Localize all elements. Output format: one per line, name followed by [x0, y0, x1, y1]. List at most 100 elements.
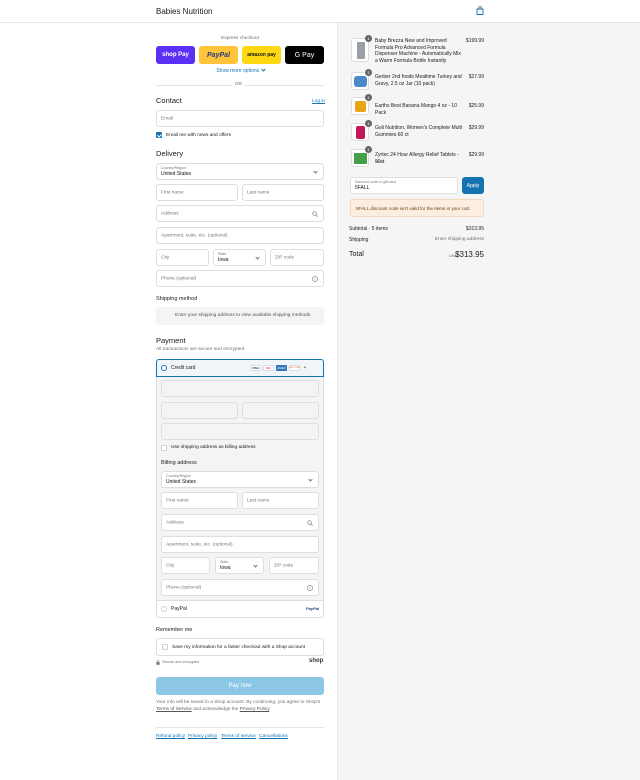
product-price: $29.99 — [468, 125, 484, 131]
show-more-options[interactable]: Show more options — [156, 66, 324, 74]
or-separator: OR — [232, 81, 245, 86]
amex-label: AMEX — [277, 366, 286, 370]
help-icon[interactable]: ? — [312, 276, 318, 282]
first-name-placeholder: First name — [161, 190, 184, 195]
billing-last-name-field[interactable]: Last name — [242, 492, 319, 509]
city-field[interactable]: City — [156, 249, 209, 266]
last-name-field[interactable]: Last name — [242, 184, 324, 201]
address-field[interactable]: Address — [156, 205, 324, 222]
billing-zip-field[interactable]: ZIP code — [269, 557, 319, 574]
billing-state-label: State — [220, 560, 229, 564]
product-price: $27.99 — [468, 74, 484, 80]
billing-city-field[interactable]: City — [161, 557, 210, 574]
terms-of-service-link[interactable]: Terms of service — [221, 734, 256, 739]
amazon-pay-button[interactable]: amazon pay — [242, 46, 281, 64]
billing-state-value: Iowa — [220, 565, 231, 571]
paypal-option[interactable]: PayPal PayPal — [156, 601, 324, 618]
save-info-option[interactable]: Save my information for a faster checkou… — [156, 638, 324, 656]
billing-apartment-field[interactable]: Apartment, suite, etc. (optional) — [161, 536, 319, 553]
email-field[interactable]: Email — [156, 110, 324, 127]
apartment-field[interactable]: Apartment, suite, etc. (optional) — [156, 227, 324, 244]
product-variant: 90 ct — [375, 159, 384, 164]
total-value: $313.95 — [455, 250, 484, 259]
country-select[interactable]: Country/Region United States — [156, 163, 324, 180]
address-placeholder: Address — [161, 211, 179, 216]
use-shipping-checkbox[interactable] — [161, 445, 167, 451]
shop-pay-button[interactable]: shop Pay — [156, 46, 195, 64]
discount-code-label: Discount code or gift card — [355, 180, 396, 184]
zip-field[interactable]: ZIP code — [270, 249, 324, 266]
billing-phone-field[interactable]: Phone (optional) ? — [161, 579, 319, 596]
google-pay-button[interactable]: G Pay — [285, 46, 324, 64]
billing-address-field[interactable]: Address — [161, 514, 319, 531]
cancellations-link[interactable]: Cancellations — [259, 734, 288, 739]
product-image — [354, 153, 367, 164]
billing-address-heading: Billing address — [161, 460, 197, 466]
visa-icon: VISA — [250, 365, 261, 371]
save-info-checkbox[interactable] — [162, 644, 168, 650]
credit-card-label: Credit card — [171, 365, 196, 371]
product-title: Goli Nutrition, Women's Complete Multi G… — [375, 125, 463, 138]
google-pay-label: G Pay — [294, 51, 315, 59]
product-image — [354, 76, 367, 87]
refund-policy-link[interactable]: Refund policy — [156, 734, 185, 739]
product-title: Earths Best Banana Mango 4 oz - 10 Pack — [375, 103, 457, 116]
contact-heading: Contact — [156, 96, 182, 105]
credit-card-option[interactable]: Credit card VISA MC AMEX DISCOVER + — [156, 359, 324, 377]
news-label: Email me with news and offers — [166, 133, 231, 138]
product-thumbnail: 1 — [351, 35, 372, 62]
privacy-policy-link[interactable]: Privacy policy — [188, 734, 217, 739]
paypal-radio[interactable] — [161, 606, 167, 612]
phone-field[interactable]: Phone (optional) ? — [156, 270, 324, 287]
billing-first-name-field[interactable]: First name — [161, 492, 238, 509]
name-on-card-field[interactable] — [161, 423, 319, 440]
discover-label: DISCOVER — [288, 367, 301, 369]
billing-state-select[interactable]: State Iowa — [215, 557, 264, 574]
product-title: Zyrtec 24 Hour Allergy Relief Tablets - … — [375, 152, 459, 165]
expiration-field[interactable] — [161, 402, 238, 419]
first-name-field[interactable]: First name — [156, 184, 238, 201]
shopping-bag-icon[interactable] — [476, 6, 484, 15]
apply-discount-button[interactable]: Apply — [462, 177, 484, 194]
amex-icon: AMEX — [276, 365, 287, 371]
state-select[interactable]: State Iowa — [213, 249, 266, 266]
product-title: Gerber 2nd foods Mealtime Turkey and Gra… — [375, 74, 462, 87]
mastercard-label: MC — [266, 366, 271, 370]
product-image — [357, 42, 365, 59]
news-checkbox[interactable] — [156, 132, 162, 138]
shipping-method-message: Enter your shipping address to view avai… — [175, 313, 312, 318]
quantity-badge: 1 — [365, 94, 372, 101]
shipping-label: Shipping — [349, 237, 369, 243]
amazon-pay-label: amazon pay — [247, 52, 276, 58]
pay-now-label: Pay now — [228, 683, 252, 689]
credit-card-radio[interactable] — [161, 365, 167, 371]
pay-now-button[interactable]: Pay now — [156, 677, 324, 695]
chevron-down-icon — [308, 477, 313, 482]
more-cards-label: + — [303, 365, 307, 371]
paypal-express-label: PayPal — [207, 51, 230, 59]
payment-heading: Payment — [156, 336, 186, 345]
card-number-field[interactable] — [161, 380, 319, 397]
store-name[interactable]: Babies Nutrition — [156, 7, 212, 16]
paypal-express-button[interactable]: PayPal — [199, 46, 238, 64]
phone-placeholder: Phone (optional) — [161, 276, 197, 281]
discount-code-field[interactable]: Discount code or gift card 5FALL — [350, 177, 458, 194]
discover-icon: DISCOVER — [289, 365, 300, 371]
privacy-link[interactable]: Privacy Policy — [240, 707, 270, 712]
country-label: Country/Region — [161, 166, 186, 170]
security-code-field[interactable] — [242, 402, 319, 419]
mastercard-icon: MC — [263, 365, 274, 371]
terms-link[interactable]: Terms of Service — [156, 707, 192, 712]
card-brands: VISA MC AMEX DISCOVER + — [250, 365, 308, 371]
visa-label: VISA — [251, 366, 259, 370]
login-link[interactable]: Log in — [312, 99, 325, 104]
quantity-badge: 1 — [365, 35, 372, 42]
state-label: State — [218, 252, 227, 256]
product-thumbnail: 1 — [351, 120, 372, 141]
billing-country-select[interactable]: Country/Region United States — [161, 471, 319, 488]
paypal-label: PayPal — [171, 606, 187, 612]
billing-last-name-placeholder: Last name — [247, 498, 270, 503]
quantity-badge: 1 — [365, 146, 372, 153]
help-icon[interactable]: ? — [307, 585, 313, 591]
city-placeholder: City — [161, 255, 170, 260]
